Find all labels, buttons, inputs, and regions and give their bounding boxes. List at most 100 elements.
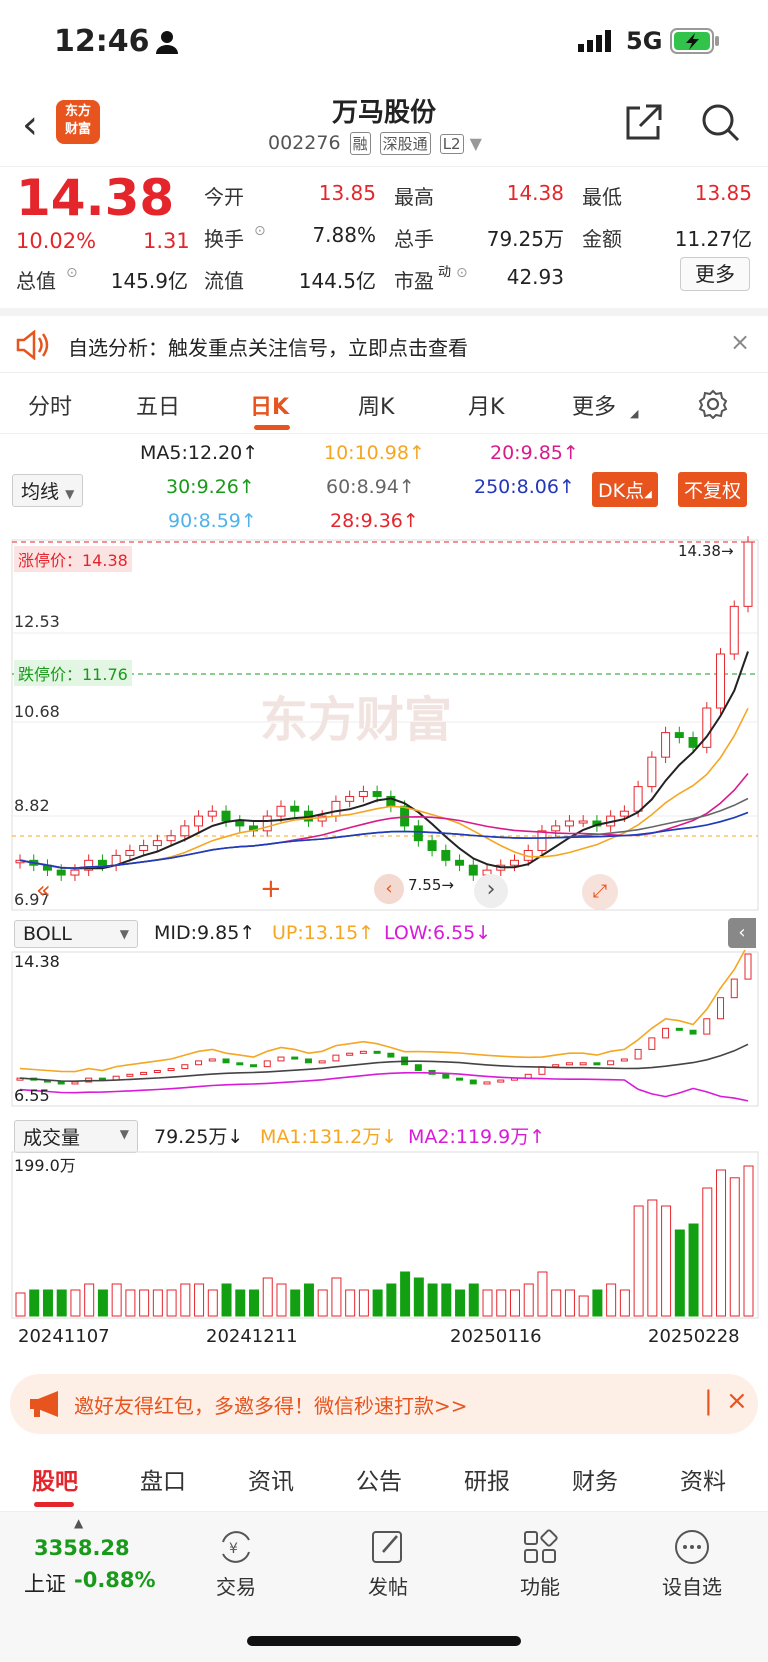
candle-body xyxy=(441,849,451,861)
volume-bar xyxy=(152,1289,163,1317)
grid-icon xyxy=(524,1529,558,1563)
tag-connect: 深股通 xyxy=(379,132,431,155)
volume-bar xyxy=(56,1289,67,1317)
scroll-left-icon[interactable]: « xyxy=(36,876,51,904)
boll-candle xyxy=(346,1052,354,1056)
analysis-notice[interactable]: 自选分析：触发重点关注信号，立即点击查看 × xyxy=(0,308,768,372)
candle-body xyxy=(537,830,547,851)
dock-functions[interactable]: 功能 xyxy=(490,1528,590,1600)
expand-icon[interactable]: ⤢ xyxy=(582,874,618,910)
volume-bar xyxy=(358,1289,369,1317)
index-value[interactable]: 3358.28 xyxy=(34,1536,130,1560)
dock-trade[interactable]: ¥ 交易 xyxy=(186,1528,286,1600)
candle-body xyxy=(207,810,217,817)
tab-guba[interactable]: 股吧 xyxy=(32,1462,78,1496)
more-button[interactable]: 更多 xyxy=(680,257,750,291)
candle-body xyxy=(152,840,162,847)
volume-ma1: MA1:131.2万↓ xyxy=(260,1126,398,1148)
gear-icon[interactable] xyxy=(698,389,728,419)
boll-selector[interactable]: BOLL ▼ xyxy=(14,920,138,948)
tab-profile[interactable]: 资料 xyxy=(680,1462,726,1496)
volume-bar xyxy=(345,1289,356,1317)
tab-finance[interactable]: 财务 xyxy=(572,1462,618,1496)
volume-top-label: 199.0万 xyxy=(14,1156,76,1175)
volume-bar xyxy=(413,1277,424,1317)
triangle-icon: ◢ xyxy=(644,489,652,500)
info-icon[interactable]: ⊙ xyxy=(254,223,266,239)
volume-bar xyxy=(661,1205,672,1317)
close-icon[interactable]: × xyxy=(730,328,750,356)
volume-bar xyxy=(262,1277,273,1317)
dock-post-label: 发帖 xyxy=(368,1575,408,1599)
watermark: 东方财富 xyxy=(260,692,452,748)
dock-post[interactable]: 发帖 xyxy=(338,1528,438,1600)
svg-text:¥: ¥ xyxy=(229,1541,238,1557)
last-price-marker: 14.38→ xyxy=(678,542,734,560)
volume-bar xyxy=(70,1289,81,1317)
close-icon[interactable]: × xyxy=(726,1386,748,1416)
tab-more[interactable]: 更多 xyxy=(572,389,616,421)
limit-up-label: 涨停价：14.38 xyxy=(14,546,132,572)
boll-up: UP:13.15↑ xyxy=(272,922,375,944)
boll-candle xyxy=(304,1058,312,1064)
candle-body xyxy=(139,845,149,851)
tab-monthly-k[interactable]: 月K xyxy=(468,389,504,421)
axis-label-1: 12.53 xyxy=(14,612,60,631)
volume-bar xyxy=(42,1289,53,1317)
boll-panel[interactable]: BOLL ▼ MID:9.85↑ UP:13.15↑ LOW:6.55↓ 14.… xyxy=(0,916,768,1114)
tab-five-day[interactable]: 五日 xyxy=(136,389,180,421)
stock-code-row[interactable]: 002276 融 深股通 L2 ▼ xyxy=(268,132,482,155)
volume-bar xyxy=(249,1289,260,1317)
ma-selector[interactable]: 均线 ▼ xyxy=(12,474,84,507)
banner-text: 邀好友得红包，多邀多得！微信秒速打款>> xyxy=(74,1394,468,1418)
tab-research[interactable]: 研报 xyxy=(464,1462,510,1496)
volume-bar xyxy=(496,1289,507,1317)
info-icon[interactable]: ⊙ xyxy=(66,265,78,281)
volume-bar xyxy=(180,1283,191,1317)
volume-panel[interactable]: 成交量 ▼ 79.25万↓ MA1:131.2万↓ MA2:119.9万↑ 19… xyxy=(0,1116,768,1368)
plus-icon[interactable]: + xyxy=(260,874,282,904)
boll-selector-label: BOLL xyxy=(23,923,72,945)
candle-body xyxy=(688,737,698,748)
candle-body xyxy=(56,869,66,876)
pe-value: 42.93 xyxy=(506,265,564,289)
chevron-left-icon[interactable]: ‹ xyxy=(374,874,404,904)
stock-header: ‹ 东方 财富 万马股份 002276 融 深股通 L2 ▼ xyxy=(0,88,768,166)
boll-candle xyxy=(250,1064,258,1068)
volume-bar xyxy=(29,1289,40,1317)
candle-body xyxy=(221,810,231,822)
boll-low-line xyxy=(19,1071,749,1102)
info-icon[interactable]: ⊙ xyxy=(456,265,468,281)
boll-candle xyxy=(456,1077,464,1081)
dock-add-watchlist[interactable]: 设自选 xyxy=(642,1528,742,1600)
volume-bar xyxy=(482,1289,493,1317)
share-icon[interactable] xyxy=(624,102,664,142)
candle-body xyxy=(413,825,423,842)
volume-bar xyxy=(15,1292,26,1317)
boll-candle xyxy=(359,1050,367,1054)
invite-banner[interactable]: 邀好友得红包，多邀多得！微信秒速打款>> | × xyxy=(10,1374,758,1434)
kline-chart[interactable]: 东方财富 涨停价：14.38 跌停价：11.76 12.53 10.68 8.8… xyxy=(0,536,768,948)
search-icon[interactable] xyxy=(700,102,740,142)
candle-body xyxy=(468,864,478,876)
ma-selector-label: 均线 xyxy=(21,481,60,503)
volume-selector[interactable]: 成交量 ▼ xyxy=(14,1120,138,1153)
boll-candle xyxy=(373,1050,381,1054)
tab-announcements[interactable]: 公告 xyxy=(356,1462,402,1496)
ma60-value: 60:8.94↑ xyxy=(326,476,415,498)
volume-bar xyxy=(386,1283,397,1317)
chevron-down-icon: ▼ xyxy=(119,1127,129,1141)
volume-bar xyxy=(743,1165,754,1317)
chevron-right-icon[interactable]: › xyxy=(474,874,508,908)
volume-bar xyxy=(221,1283,232,1317)
dk-point-button[interactable]: DK点◢ xyxy=(592,472,658,507)
tab-pankou[interactable]: 盘口 xyxy=(140,1462,186,1496)
ma20-value: 20:9.85↑ xyxy=(490,442,579,464)
restore-button[interactable]: 不复权 xyxy=(678,472,748,507)
tab-news[interactable]: 资讯 xyxy=(248,1462,294,1496)
tab-daily-k[interactable]: 日K xyxy=(250,389,289,421)
dock-functions-label: 功能 xyxy=(520,1575,560,1599)
index-change: -0.88% xyxy=(74,1568,156,1592)
tab-intraday[interactable]: 分时 xyxy=(28,389,72,421)
tab-weekly-k[interactable]: 周K xyxy=(358,389,394,421)
